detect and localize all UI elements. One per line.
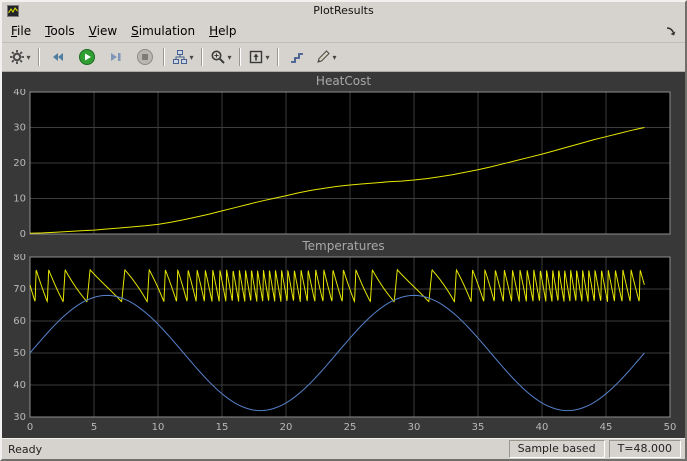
- svg-text:45: 45: [600, 422, 613, 433]
- menu-simulation[interactable]: Simulation: [124, 21, 202, 41]
- scope-window: PlotResults File Tools View Simulation H…: [0, 0, 687, 461]
- settings-gear-button[interactable]: ▾: [6, 45, 34, 69]
- window-title: PlotResults: [313, 4, 374, 17]
- step-forward-icon: [111, 53, 121, 61]
- dropdown-arrow-icon: ▾: [189, 52, 194, 62]
- temperatures-plot: 0 5 10 15 20 25 30 35 40 45 50 30 40 50 60 70 80: [13, 254, 677, 433]
- play-icon: [79, 49, 95, 65]
- svg-text:0: 0: [27, 422, 33, 433]
- svg-text:50: 50: [13, 348, 26, 359]
- svg-text:10: 10: [152, 422, 165, 433]
- svg-text:80: 80: [13, 254, 26, 263]
- stop-button[interactable]: [131, 45, 159, 69]
- magnifier-icon: [211, 50, 226, 64]
- plot-title-heatcost: HeatCost: [315, 74, 372, 88]
- status-bar: Ready Sample based T=48.000: [2, 438, 685, 459]
- simulation-time-indicator: T=48.000: [608, 440, 681, 458]
- scope-display-area: HeatCost 0 10 20 30 40 Temperatures 0 5 10 15 20…: [2, 72, 685, 438]
- svg-text:10: 10: [13, 194, 26, 205]
- zoom-button[interactable]: ▾: [207, 45, 235, 69]
- dropdown-arrow-icon: ▾: [265, 52, 270, 62]
- svg-text:40: 40: [13, 89, 26, 98]
- toolbar-separator: [239, 48, 241, 66]
- menu-bar: File Tools View Simulation Help: [2, 20, 685, 43]
- svg-text:15: 15: [216, 422, 229, 433]
- svg-text:70: 70: [13, 284, 26, 295]
- status-text: Ready: [8, 442, 43, 456]
- toolbar-separator: [201, 48, 203, 66]
- plot-title-temperatures: Temperatures: [302, 239, 385, 253]
- svg-text:40: 40: [536, 422, 549, 433]
- toolbar-separator: [277, 48, 279, 66]
- hierarchy-icon: [173, 50, 188, 64]
- stairs-icon: [291, 53, 303, 63]
- rewind-icon: [53, 53, 63, 61]
- pencil-icon: [317, 50, 331, 63]
- menu-view[interactable]: View: [82, 21, 124, 41]
- dropdown-arrow-icon: ▾: [332, 52, 337, 62]
- menu-file[interactable]: File: [4, 21, 38, 41]
- svg-text:30: 30: [13, 412, 26, 423]
- measurements-button[interactable]: ▾: [312, 45, 340, 69]
- toolbar-separator: [163, 48, 165, 66]
- sample-mode-indicator: Sample based: [508, 440, 605, 458]
- rewind-button[interactable]: [44, 45, 72, 69]
- svg-text:5: 5: [91, 422, 97, 433]
- dropdown-arrow-icon: ▾: [26, 52, 31, 62]
- dock-icon[interactable]: [663, 23, 679, 39]
- fit-to-view-icon: [250, 50, 263, 64]
- svg-text:50: 50: [664, 422, 677, 433]
- svg-text:40: 40: [13, 380, 26, 391]
- sample-stairs-button[interactable]: [283, 45, 311, 69]
- fit-to-view-button[interactable]: ▾: [245, 45, 273, 69]
- stop-icon: [137, 49, 153, 65]
- svg-text:30: 30: [408, 422, 421, 433]
- svg-text:0: 0: [20, 229, 26, 239]
- svg-text:35: 35: [472, 422, 485, 433]
- toolbar: ▾ ▾ ▾ ▾ ▾: [2, 43, 685, 72]
- signal-hierarchy-button[interactable]: ▾: [169, 45, 197, 69]
- svg-text:20: 20: [13, 158, 26, 169]
- window-icon: [7, 5, 19, 17]
- title-bar[interactable]: PlotResults: [2, 2, 685, 20]
- dropdown-arrow-icon: ▾: [227, 52, 232, 62]
- svg-text:25: 25: [344, 422, 357, 433]
- step-forward-button[interactable]: [102, 45, 130, 69]
- heatcost-plot: 0 10 20 30 40: [13, 89, 671, 239]
- svg-text:60: 60: [13, 316, 26, 327]
- menu-tools[interactable]: Tools: [38, 21, 82, 41]
- menu-help[interactable]: Help: [202, 21, 243, 41]
- toolbar-separator: [38, 48, 40, 66]
- svg-text:30: 30: [13, 123, 26, 134]
- svg-text:20: 20: [280, 422, 293, 433]
- run-button[interactable]: [73, 45, 101, 69]
- gear-icon: [10, 50, 25, 64]
